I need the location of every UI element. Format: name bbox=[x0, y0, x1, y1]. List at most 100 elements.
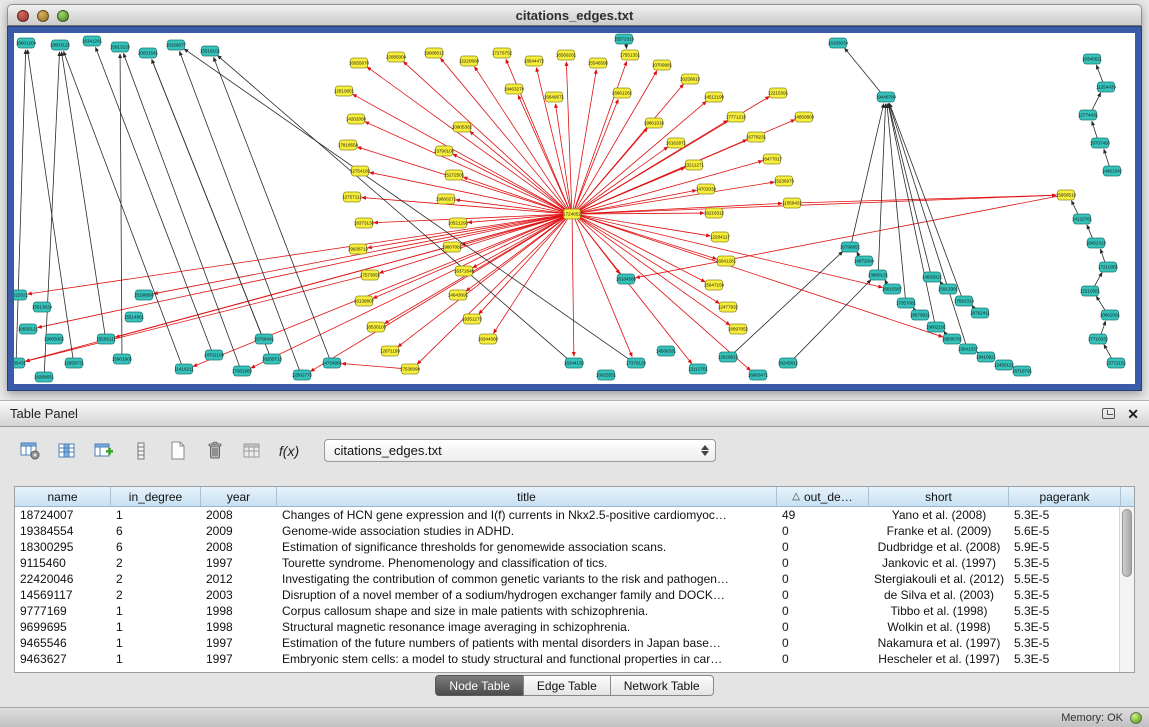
citation-edge-black[interactable] bbox=[1104, 149, 1110, 167]
citation-edge-black[interactable] bbox=[1096, 296, 1106, 312]
citation-edge-black[interactable] bbox=[792, 280, 871, 360]
table-row[interactable]: 946554611997Estimation of the future num… bbox=[15, 635, 1134, 651]
table-row[interactable]: 1456911722003Disruption of a novel membe… bbox=[15, 587, 1134, 603]
citation-edge-red[interactable] bbox=[358, 147, 567, 213]
graph-node[interactable]: 16477017 bbox=[762, 154, 783, 164]
table-cell[interactable]: 5.9E-5 bbox=[1009, 539, 1121, 555]
graph-node[interactable]: 17210355 bbox=[1098, 262, 1119, 272]
table-cell[interactable]: Yano et al. (2008) bbox=[869, 507, 1009, 523]
table-cell[interactable]: 1998 bbox=[201, 603, 277, 619]
tab-node-table[interactable]: Node Table bbox=[435, 675, 524, 696]
citation-edge-black[interactable] bbox=[890, 104, 962, 298]
citation-edge-red[interactable] bbox=[470, 131, 567, 211]
graph-node[interactable]: 16758441 bbox=[254, 334, 275, 344]
citation-edge-red[interactable] bbox=[353, 94, 567, 212]
graph-node[interactable]: 18003125 bbox=[50, 40, 71, 50]
graph-node[interactable]: 12958731 bbox=[64, 358, 85, 368]
table-cell[interactable]: 5.3E-5 bbox=[1009, 507, 1121, 523]
graph-node[interactable]: 16452318 bbox=[1086, 238, 1107, 248]
graph-node[interactable]: 16341281 bbox=[82, 36, 103, 46]
graph-node[interactable]: 11416211 bbox=[174, 364, 194, 374]
citation-edge-black[interactable] bbox=[1091, 93, 1100, 112]
graph-node[interactable]: 15514661 bbox=[124, 312, 145, 322]
citation-edge-black[interactable] bbox=[1092, 121, 1098, 139]
graph-node[interactable]: 10521293 bbox=[448, 218, 469, 228]
graph-node[interactable]: 13980131 bbox=[868, 270, 889, 280]
show-columns-button[interactable] bbox=[53, 438, 81, 464]
table-cell[interactable]: 9777169 bbox=[15, 603, 111, 619]
graph-node[interactable]: 16139807 bbox=[354, 296, 375, 306]
graph-node[interactable]: 16256813 bbox=[680, 74, 701, 84]
close-window-button[interactable] bbox=[17, 10, 29, 22]
graph-node[interactable]: 16961262 bbox=[612, 88, 633, 98]
table-cell[interactable]: 0 bbox=[777, 635, 869, 651]
table-cell[interactable]: 2003 bbox=[201, 587, 277, 603]
table-row[interactable]: 1938455462009Genome-wide association stu… bbox=[15, 523, 1134, 539]
graph-node[interactable]: 10340511 bbox=[1082, 54, 1103, 64]
graph-node[interactable]: 19861016 bbox=[644, 118, 665, 128]
import-table-button[interactable] bbox=[238, 438, 266, 464]
citation-edge-black[interactable] bbox=[27, 50, 73, 359]
tab-edge-table[interactable]: Edge Table bbox=[523, 675, 611, 696]
table-row[interactable]: 946362711997Embryonic stem cells: a mode… bbox=[15, 651, 1134, 667]
graph-node[interactable]: 17276752 bbox=[492, 48, 513, 58]
graph-node[interactable]: 15647154 bbox=[704, 280, 725, 290]
table-cell[interactable]: Jankovic et al. (1997) bbox=[869, 555, 1009, 571]
graph-node[interactable]: 15901905 bbox=[112, 354, 133, 364]
graph-node[interactable]: 19448784 bbox=[876, 92, 897, 102]
citation-edge-black[interactable] bbox=[851, 104, 883, 243]
graph-node[interactable]: 17357081 bbox=[896, 298, 917, 308]
graph-node[interactable]: 17081983 bbox=[232, 366, 253, 376]
table-cell[interactable]: 1 bbox=[111, 635, 201, 651]
graph-node[interactable]: 15198898 bbox=[134, 290, 155, 300]
table-cell[interactable]: 9465546 bbox=[15, 635, 111, 651]
table-cell[interactable]: Changes of HCN gene expression and I(f) … bbox=[277, 507, 777, 523]
graph-node[interactable]: 18373138 bbox=[354, 218, 375, 228]
citation-edge-red[interactable] bbox=[574, 99, 618, 210]
tab-network-table[interactable]: Network Table bbox=[610, 675, 714, 696]
column-header-year[interactable]: year bbox=[201, 487, 277, 506]
table-cell[interactable]: 0 bbox=[777, 539, 869, 555]
graph-node[interactable]: 20031541 bbox=[138, 48, 159, 58]
graph-node[interactable]: 16963471 bbox=[748, 370, 769, 380]
citation-edge-red[interactable] bbox=[573, 70, 596, 210]
citation-edge-red[interactable] bbox=[479, 217, 568, 314]
graph-node[interactable]: 17692314 bbox=[954, 296, 975, 306]
citation-edge-black[interactable] bbox=[1072, 201, 1079, 216]
delete-table-button[interactable] bbox=[201, 438, 229, 464]
table-cell[interactable]: 1998 bbox=[201, 619, 277, 635]
table-cell[interactable]: 0 bbox=[777, 651, 869, 667]
graph-node[interactable]: 11058431 bbox=[782, 198, 803, 208]
table-cell[interactable]: 2 bbox=[111, 571, 201, 587]
graph-node[interactable]: 17536094 bbox=[400, 364, 421, 374]
citation-edge-red[interactable] bbox=[636, 196, 1060, 278]
graph-node[interactable]: 14643091 bbox=[448, 290, 469, 300]
graph-node[interactable]: 14633021 bbox=[922, 272, 943, 282]
graph-node[interactable]: 16041281 bbox=[716, 256, 737, 266]
citation-edge-black[interactable] bbox=[96, 48, 212, 352]
table-cell[interactable]: 1997 bbox=[201, 635, 277, 651]
new-table-button[interactable] bbox=[164, 438, 192, 464]
table-cell[interactable]: 5.3E-5 bbox=[1009, 651, 1121, 667]
citation-edge-red[interactable] bbox=[362, 198, 566, 214]
table-cell[interactable]: 19384554 bbox=[15, 523, 111, 539]
table-settings-button[interactable] bbox=[16, 438, 44, 464]
graph-node[interactable]: 15272505 bbox=[444, 170, 465, 180]
graph-node[interactable]: 16015587 bbox=[882, 284, 903, 294]
graph-node[interactable]: 19005055 bbox=[44, 334, 65, 344]
edit-table-button[interactable] bbox=[90, 438, 118, 464]
graph-node[interactable]: 16649571 bbox=[544, 92, 565, 102]
column-header-out_de[interactable]: △out_de… bbox=[777, 487, 869, 506]
graph-node[interactable]: 12754183 bbox=[350, 166, 371, 176]
citation-edge-red[interactable] bbox=[578, 215, 710, 236]
graph-node[interactable]: 16778231 bbox=[746, 132, 767, 142]
table-cell[interactable]: 9115460 bbox=[15, 555, 111, 571]
graph-node[interactable]: 15958510 bbox=[1056, 190, 1077, 200]
graph-node[interactable]: 15013228 bbox=[110, 42, 131, 52]
table-cell[interactable]: 5.3E-5 bbox=[1009, 587, 1121, 603]
citation-edge-red[interactable] bbox=[367, 67, 567, 212]
graph-node[interactable]: 10925551 bbox=[596, 370, 617, 380]
graph-node[interactable]: 15505111 bbox=[96, 334, 116, 344]
graph-node[interactable]: 18679921 bbox=[910, 310, 931, 320]
graph-node[interactable]: 12629813 bbox=[718, 352, 739, 362]
